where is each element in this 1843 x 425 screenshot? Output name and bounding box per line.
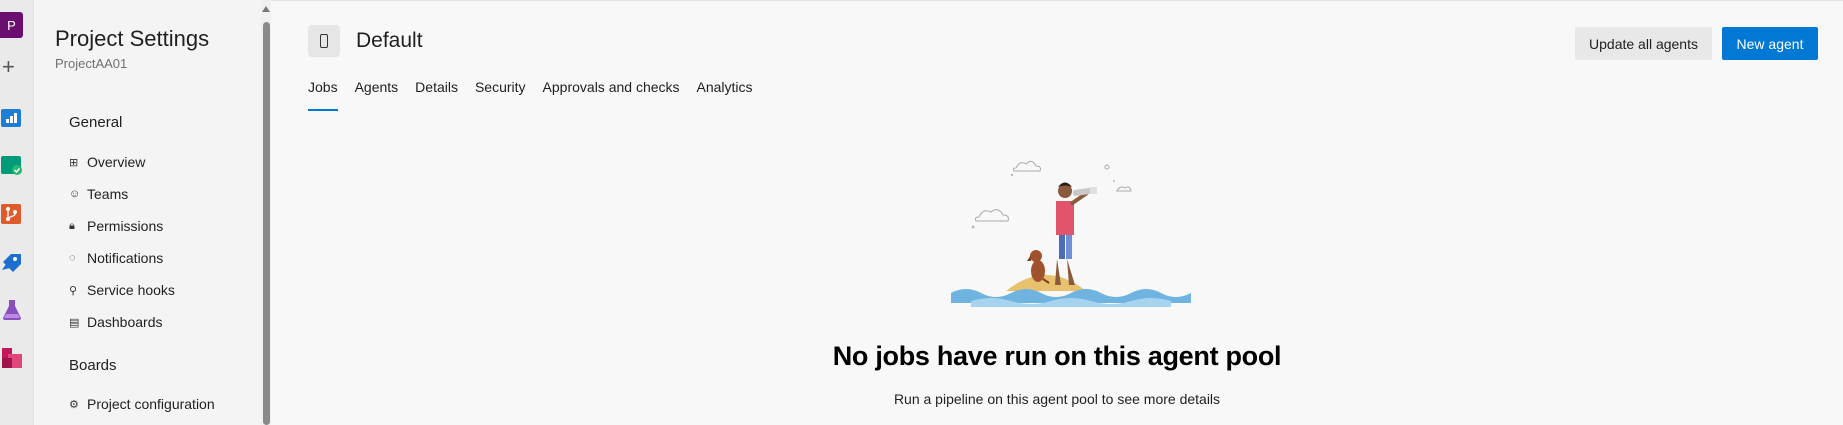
boards-icon[interactable] [0,153,24,177]
nav-item-label: Teams [87,186,129,202]
device-icon [320,34,328,48]
scrollbar-thumb[interactable] [263,22,270,425]
nav-item-label: Dashboards [87,314,163,330]
tab-security[interactable]: Security [475,79,526,111]
project-avatar[interactable]: P [0,12,23,38]
nav-item-permissions[interactable]: 🔒︎ Permissions [69,215,163,237]
section-general: General [69,114,123,131]
lock-icon: 🔒︎ [69,219,75,232]
tab-approvals-and-checks[interactable]: Approvals and checks [543,79,680,111]
empty-state-title: No jobs have run on this agent pool [832,341,1282,371]
tab-agents[interactable]: Agents [355,79,399,111]
nav-item-project-configuration[interactable]: ⚙ Project configuration [69,393,215,415]
nav-item-label: Service hooks [87,282,175,298]
pipelines-icon[interactable] [0,250,24,274]
new-agent-button[interactable]: New agent [1722,27,1818,60]
nav-item-service-hooks[interactable]: ⚲ Service hooks [69,279,175,301]
nav-title: Project Settings [55,26,210,51]
test-plans-icon[interactable] [0,298,24,322]
dashboard-icon: ▤ [69,316,80,329]
app-rail: P + [0,0,34,425]
nav-item-label: Notifications [87,250,164,266]
hook-icon: ⚲ [69,284,78,297]
nav-item-label: Project configuration [87,396,215,412]
nav-scrollbar[interactable] [261,0,271,425]
nav-item-label: Overview [87,154,146,170]
nav-item-label: Permissions [87,218,164,234]
main-content: Default Update all agents New agent Jobs… [271,0,1843,425]
empty-state-subtitle: Run a pipeline on this agent pool to see… [893,391,1221,407]
section-boards: Boards [69,357,117,374]
project-name: ProjectAA01 [55,56,128,71]
teams-icon: ☺ [69,188,81,200]
tab-bar: Jobs Agents Details Security Approvals a… [308,79,770,111]
nav-item-teams[interactable]: ☺ Teams [69,183,128,205]
nav-item-overview[interactable]: ⊞ Overview [69,151,145,173]
add-icon[interactable]: + [2,56,15,78]
chat-icon: ◌ [69,252,76,264]
nav-item-dashboards[interactable]: ▤ Dashboards [69,311,163,333]
artifacts-icon[interactable] [0,346,24,370]
scroll-up-arrow[interactable] [262,6,270,12]
tab-jobs[interactable]: Jobs [308,79,338,111]
overview-icon[interactable] [0,106,24,130]
settings-nav: Project Settings ProjectAA01 General ⊞ O… [35,0,271,425]
overview-grid-icon: ⊞ [69,156,79,169]
update-all-agents-button[interactable]: Update all agents [1575,27,1712,60]
nav-item-notifications[interactable]: ◌ Notifications [69,247,163,269]
empty-state-illustration [951,160,1191,307]
config-icon: ⚙ [69,398,79,411]
tab-analytics[interactable]: Analytics [697,79,753,111]
page-title: Default [356,29,423,52]
agent-pool-icon [308,25,340,57]
tab-details[interactable]: Details [415,79,458,111]
repos-icon[interactable] [0,202,24,226]
